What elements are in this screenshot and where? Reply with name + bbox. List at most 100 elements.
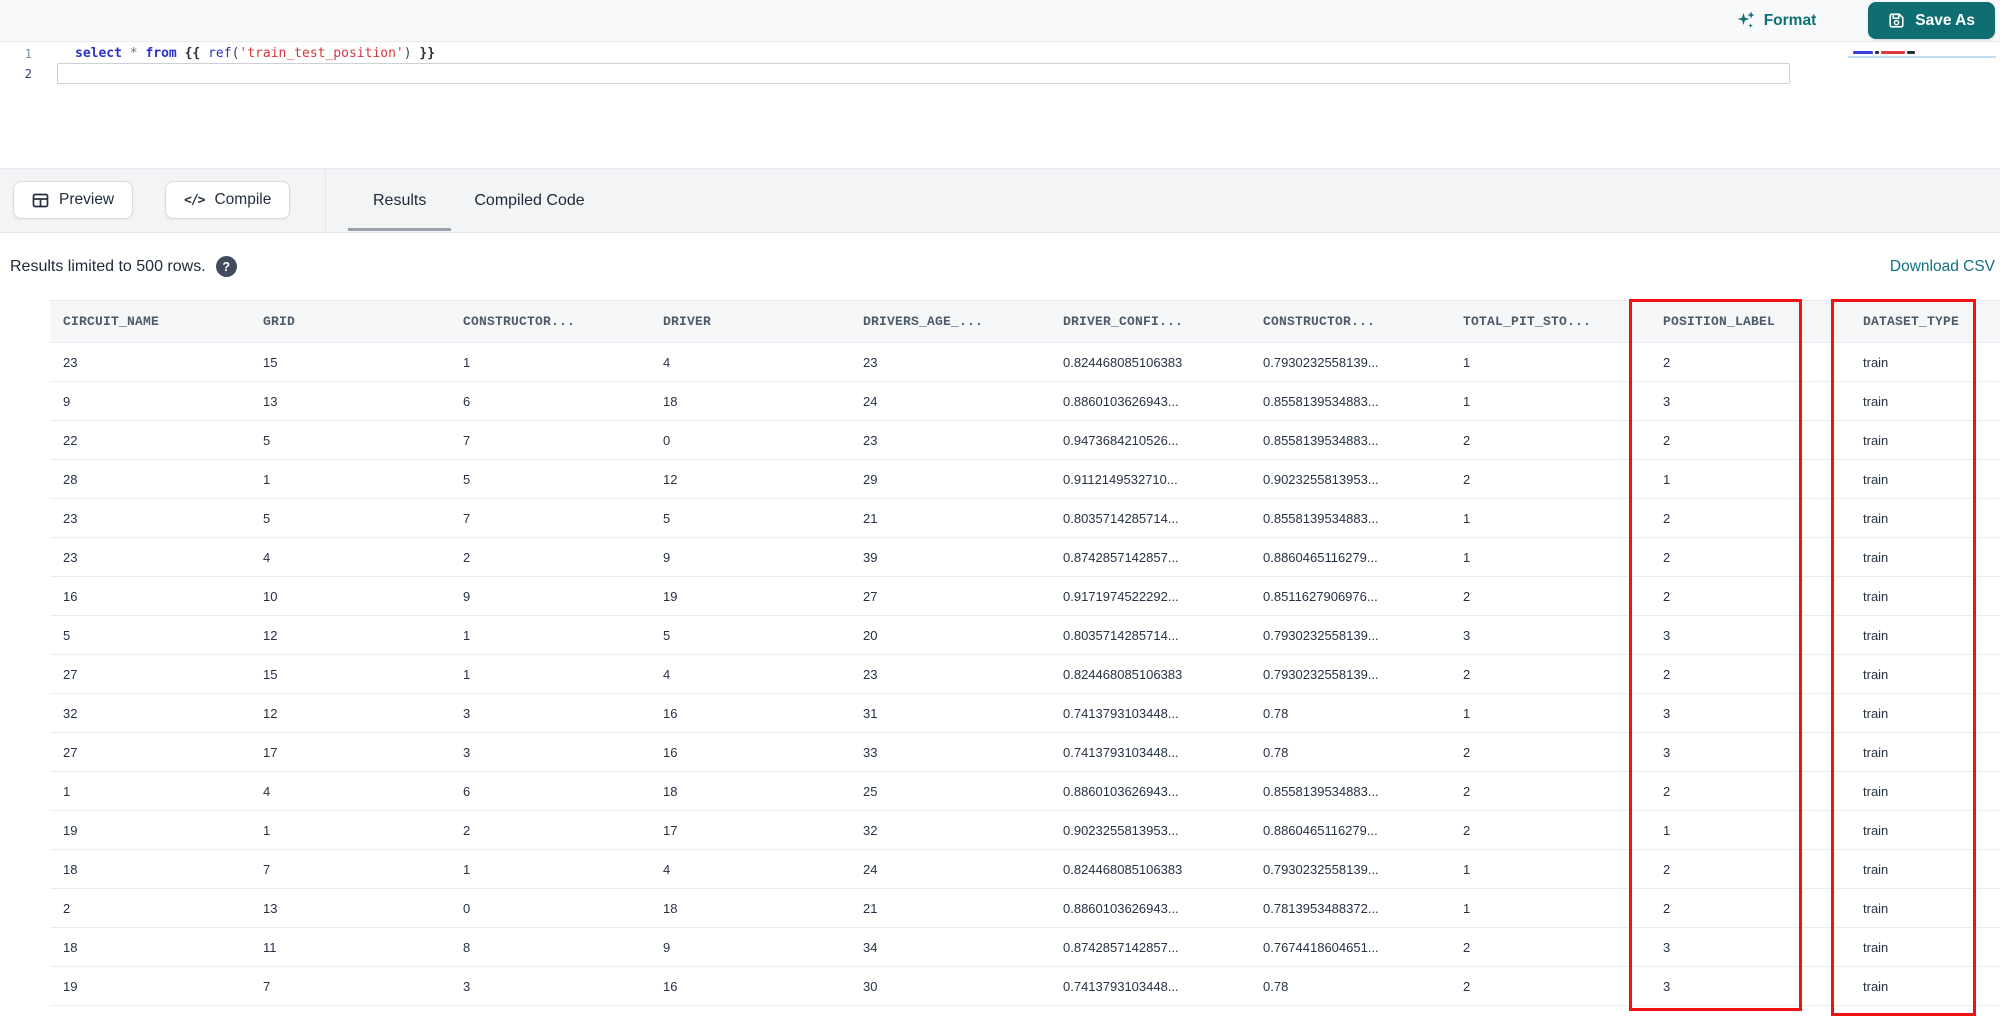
column-header: DATASET_TYPE — [1850, 300, 2000, 343]
table-cell: 27 — [50, 732, 250, 772]
compile-button[interactable]: </> Compile — [165, 181, 291, 219]
column-header: CONSTRUCTOR... — [450, 300, 650, 343]
format-label: Format — [1763, 11, 1817, 29]
table-row: 28 1 5 12 29 0.9112149532710... 0.902325581395… — [50, 459, 2000, 499]
table-cell: 0.7413793103448... — [1050, 966, 1250, 1006]
table-cell: 0.9171974522292... — [1050, 576, 1250, 616]
table-cell: train — [1850, 420, 2000, 460]
table-cell: 0.824468085106383 — [1050, 654, 1250, 694]
table-cell: 3 — [1650, 381, 1850, 421]
table-row: 18 11 8 9 34 0.8742857142857... 0.767441860465… — [50, 927, 2000, 967]
tab-compiled-code[interactable]: Compiled Code — [474, 169, 584, 232]
table-cell: 4 — [650, 849, 850, 889]
table-cell: 23 — [50, 537, 250, 577]
table-cell: 0.8035714285714... — [1050, 615, 1250, 655]
table-cell: 1 — [1450, 693, 1650, 733]
table-cell: 1 — [450, 849, 650, 889]
table-cell: 19 — [650, 576, 850, 616]
table-cell: 16 — [650, 966, 850, 1006]
table-row: 16 10 9 19 27 0.9171974522292... 0.85116279069… — [50, 576, 2000, 616]
table-cell: 31 — [850, 693, 1050, 733]
table-row: 22 5 7 0 23 0.9473684210526... 0.8558139534883… — [50, 420, 2000, 460]
table-cell: 0.8558139534883... — [1250, 771, 1450, 811]
preview-button[interactable]: Preview — [13, 181, 134, 219]
table-cell: 10 — [250, 576, 450, 616]
table-cell: 19 — [50, 966, 250, 1006]
table-cell: 4 — [250, 771, 450, 811]
table-cell: train — [1850, 888, 2000, 928]
save-as-button[interactable]: Save As — [1868, 2, 1995, 39]
table-cell: 23 — [850, 654, 1050, 694]
table-cell: 4 — [650, 342, 850, 382]
table-cell: 28 — [50, 459, 250, 499]
table-cell: 0.7674418604651... — [1250, 927, 1450, 967]
table-cell: 32 — [50, 693, 250, 733]
table-cell: 0.8860465116279... — [1250, 537, 1450, 577]
table-cell: 18 — [650, 888, 850, 928]
column-header: DRIVERS_AGE_... — [850, 300, 1050, 343]
table-cell: 13 — [250, 888, 450, 928]
table-cell: 18 — [50, 849, 250, 889]
table-cell: 2 — [1650, 420, 1850, 460]
table-row: 1 4 6 18 25 0.8860103626943... 0.8558139534883… — [50, 771, 2000, 811]
line-numbers: 12 — [24, 46, 32, 81]
table-header-row: CIRCUIT_NAME GRID CONSTRUCTOR... DRIVER DRIV… — [50, 300, 2000, 343]
table-cell: 3 — [450, 732, 650, 772]
table-cell: 6 — [450, 771, 650, 811]
table-cell: 17 — [650, 810, 850, 850]
table-cell: 18 — [650, 381, 850, 421]
table-cell: train — [1850, 810, 2000, 850]
table-cell: 5 — [250, 420, 450, 460]
tab-results[interactable]: Results — [347, 169, 452, 232]
download-csv-link[interactable]: Download CSV — [1890, 233, 1995, 300]
table-cell: 0.8511627906976... — [1250, 576, 1450, 616]
editor-minimap[interactable] — [1853, 50, 1917, 54]
table-cell: 0.8860103626943... — [1050, 888, 1250, 928]
panel-divider — [325, 169, 326, 232]
table-cell: 0.8558139534883... — [1250, 381, 1450, 421]
table-cell: 1 — [450, 615, 650, 655]
table-row: 9 13 6 18 24 0.8860103626943... 0.855813953488… — [50, 381, 2000, 421]
format-button[interactable]: Format — [1736, 11, 1817, 30]
table-cell: 1 — [1450, 381, 1650, 421]
table-cell: 15 — [250, 654, 450, 694]
table-cell: 5 — [250, 498, 450, 538]
sql-editor: 12 select * from {{ ref('train_test_posi… — [0, 42, 2000, 168]
table-cell: 1 — [1450, 342, 1650, 382]
table-row: 27 15 1 4 23 0.824468085106383 0.7930232558139… — [50, 654, 2000, 694]
table-cell: 1 — [50, 771, 250, 811]
table-cell: 0.7413793103448... — [1050, 693, 1250, 733]
table-cell: 1 — [1650, 810, 1850, 850]
table-cell: train — [1850, 381, 2000, 421]
table-cell: 2 — [1650, 654, 1850, 694]
table-cell: 24 — [850, 381, 1050, 421]
table-cell: 21 — [850, 888, 1050, 928]
help-icon[interactable]: ? — [215, 256, 237, 277]
table-cell: 1 — [1450, 537, 1650, 577]
table-cell: 0.9112149532710... — [1050, 459, 1250, 499]
table-cell: 23 — [50, 498, 250, 538]
table-cell: 25 — [850, 771, 1050, 811]
table-cell: 2 — [1450, 771, 1650, 811]
table-cell: 1 — [450, 654, 650, 694]
table-cell: 0.8860103626943... — [1050, 771, 1250, 811]
table-cell: 7 — [250, 966, 450, 1006]
table-cell: 23 — [50, 342, 250, 382]
table-cell: 34 — [850, 927, 1050, 967]
table-cell: 2 — [1450, 732, 1650, 772]
limit-note-text: Results limited to 500 rows. — [10, 257, 206, 275]
table-cell: train — [1850, 576, 2000, 616]
table-cell: 5 — [50, 615, 250, 655]
table-cell: 17 — [250, 732, 450, 772]
preview-label: Preview — [59, 191, 115, 208]
table-cell: 0.9473684210526... — [1050, 420, 1250, 460]
table-cell: 2 — [1650, 849, 1850, 889]
column-header: DRIVER_CONFI... — [1050, 300, 1250, 343]
table-row: 19 7 3 16 30 0.7413793103448... 0.78 2 3 train — [50, 966, 2000, 1006]
table-cell: 4 — [650, 654, 850, 694]
table-row: 27 17 3 16 33 0.7413793103448... 0.78 2 3 train — [50, 732, 2000, 772]
table-row: 23 5 7 5 21 0.8035714285714... 0.8558139534883… — [50, 498, 2000, 538]
table-cell: 0.78 — [1250, 693, 1450, 733]
column-header: DRIVER — [650, 300, 850, 343]
table-cell: 16 — [650, 732, 850, 772]
